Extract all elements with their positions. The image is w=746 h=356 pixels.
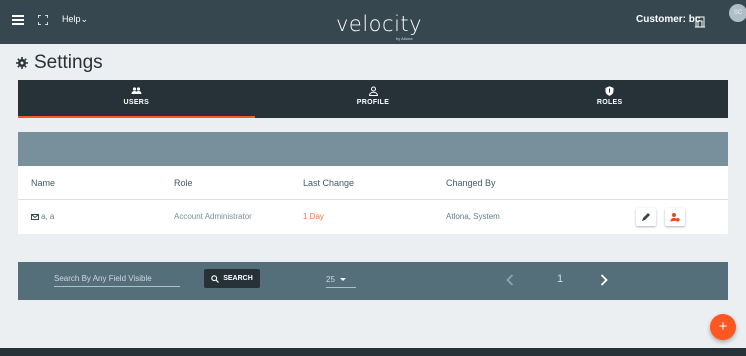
velocity-logo: velocity by Atlona: [336, 12, 423, 41]
menu-icon[interactable]: [12, 15, 24, 25]
role-cell: Account Administrator: [174, 212, 252, 221]
remove-user-icon: [670, 213, 680, 222]
help-label: Help: [62, 14, 81, 24]
table-toolbar: SEARCH 25 1: [18, 262, 728, 300]
column-name[interactable]: Name: [31, 178, 55, 188]
logo-subtext: by Atlona: [396, 36, 413, 41]
customer-label[interactable]: Customer: bc: [636, 14, 700, 25]
tab-profile-label: PROFILE: [356, 99, 390, 106]
search-button-label: SEARCH: [223, 275, 253, 282]
search-input[interactable]: [54, 274, 180, 287]
column-role[interactable]: Role: [174, 178, 193, 188]
tab-roles[interactable]: ROLES: [491, 80, 728, 118]
edit-user-button[interactable]: [636, 208, 656, 226]
page-title: Settings: [16, 52, 103, 74]
tab-users-label: USERS: [123, 99, 150, 106]
column-last-change[interactable]: Last Change: [303, 178, 354, 188]
caret-down-icon: [339, 278, 346, 282]
panel-header: [18, 132, 728, 166]
profile-icon: [368, 86, 378, 96]
tab-roles-label: ROLES: [596, 99, 623, 106]
users-panel: Name Role Last Change Changed By a, a Ac…: [18, 132, 728, 258]
gear-icon: [16, 57, 28, 69]
chevron-right-icon[interactable]: [600, 274, 608, 286]
last-change-cell: 1 Day: [303, 212, 324, 221]
chevron-down-icon: ⌄: [80, 14, 89, 24]
page-number[interactable]: 1: [557, 273, 563, 285]
table-header: Name Role Last Change Changed By: [18, 166, 728, 200]
envelope-icon: [31, 213, 39, 220]
user-name: a, a: [41, 212, 55, 221]
pencil-icon: [642, 213, 650, 221]
table-spacer: [18, 234, 728, 258]
bottom-bar: [0, 348, 746, 356]
page-size-value: 25: [326, 275, 335, 284]
search-button[interactable]: SEARCH: [204, 269, 260, 288]
tab-profile[interactable]: PROFILE: [255, 80, 492, 118]
column-changed-by[interactable]: Changed By: [446, 178, 496, 188]
users-icon: [131, 87, 142, 94]
table-row[interactable]: a, a Account Administrator 1 Day Atlona,…: [18, 200, 728, 234]
search-icon: [211, 274, 220, 283]
remove-user-button[interactable]: [665, 208, 685, 226]
chevron-left-icon[interactable]: [506, 274, 514, 286]
fullscreen-icon[interactable]: [38, 15, 48, 25]
page-size-select[interactable]: 25: [326, 275, 356, 288]
settings-tabs: USERS PROFILE ROLES: [18, 80, 728, 118]
changed-by-cell: Atlona, System: [446, 212, 500, 221]
help-menu[interactable]: Help⌄: [62, 14, 88, 25]
building-icon[interactable]: [695, 14, 705, 28]
add-user-button[interactable]: +: [710, 314, 736, 340]
shield-icon: [605, 86, 614, 96]
top-bar: Help⌄ velocity by Atlona Customer: bc SC: [0, 0, 746, 44]
tab-users[interactable]: USERS: [18, 80, 255, 118]
logo-text: velocity: [336, 12, 423, 36]
page-title-text: Settings: [34, 52, 103, 73]
avatar[interactable]: SC: [729, 4, 746, 22]
name-cell: a, a: [31, 212, 54, 221]
